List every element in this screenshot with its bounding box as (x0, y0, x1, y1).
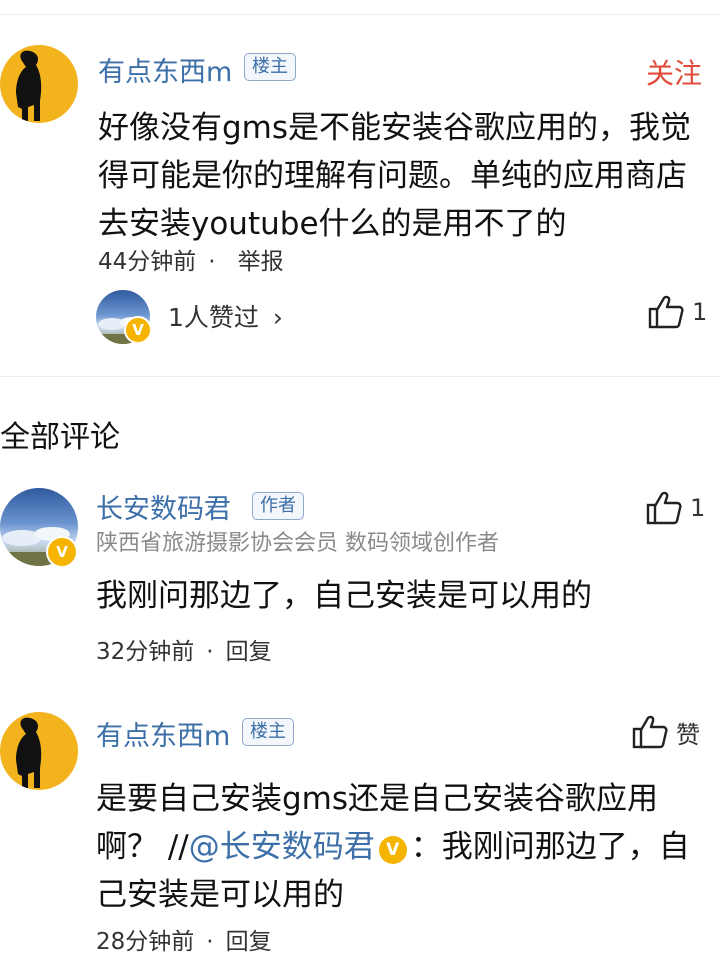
comment-body: 我刚问那边了，自己安装是可以用的 (96, 578, 592, 614)
comment-avatar[interactable] (0, 712, 78, 790)
comment-meta: 28分钟前 · 回复 (96, 922, 272, 956)
reply-button[interactable]: 回复 (226, 929, 272, 955)
comment-body: 是要自己安装gms还是自己安装谷歌应用啊？ //@长安数码君 V ：我刚问那边了，自… (96, 775, 706, 919)
comment-like-button[interactable]: 1 (646, 490, 705, 526)
chevron-right-icon: › (272, 303, 283, 332)
report-button[interactable]: 举报 (238, 249, 284, 275)
comment-meta: 32分钟前 · 回复 (96, 632, 272, 666)
section-divider (0, 376, 720, 377)
post-author-name[interactable]: 有点东西m (98, 50, 232, 89)
op-tag: 楼主 (242, 718, 294, 746)
post-body: 好像没有gms是不能安装谷歌应用的，我觉得可能是你的理解有问题。单纯的应用商店去… (98, 110, 692, 242)
post-time: 44分钟前 (98, 249, 197, 275)
like-label: 赞 (676, 720, 700, 749)
verified-badge: V (378, 836, 407, 864)
author-subtitle: 陕西省旅游摄影协会会员 数码领域创作者 (96, 531, 499, 556)
meta-separator: · (206, 929, 214, 955)
silhouette-avatar-image (16, 50, 42, 121)
comment-like-count: 1 (690, 494, 706, 522)
comment-author-name[interactable]: 有点东西m (96, 714, 230, 753)
meta-separator: · (206, 639, 214, 665)
comment-author-name[interactable]: 长安数码君 (96, 487, 231, 526)
mention-link[interactable]: @长安数码君 (189, 829, 375, 865)
comment-time: 28分钟前 (96, 929, 195, 955)
reply-button[interactable]: 回复 (226, 639, 272, 665)
post-meta: 44分钟前 · 举报 (98, 242, 284, 276)
thumbs-up-icon (646, 491, 682, 525)
post-like-count: 1 (692, 298, 708, 326)
thumbs-up-icon (648, 295, 684, 329)
meta-separator: · (208, 249, 216, 275)
likers-count-text: 1人赞过 (168, 303, 259, 332)
comment-like-button[interactable]: 赞 (632, 714, 700, 750)
author-tag: 作者 (252, 492, 304, 520)
avatar[interactable] (0, 45, 78, 123)
comment-time: 32分钟前 (96, 639, 195, 665)
likers-link[interactable]: 1人赞过 › (168, 298, 283, 334)
verified-badge: V (46, 536, 78, 568)
thumbs-up-icon (632, 715, 668, 749)
verified-badge: V (124, 316, 152, 344)
op-tag: 楼主 (244, 53, 296, 81)
post-like-button[interactable]: 1 (648, 294, 707, 330)
follow-button[interactable]: 关注 (646, 52, 702, 92)
silhouette-avatar-image (16, 717, 42, 788)
all-comments-heading: 全部评论 (0, 420, 120, 455)
top-divider (0, 14, 720, 15)
